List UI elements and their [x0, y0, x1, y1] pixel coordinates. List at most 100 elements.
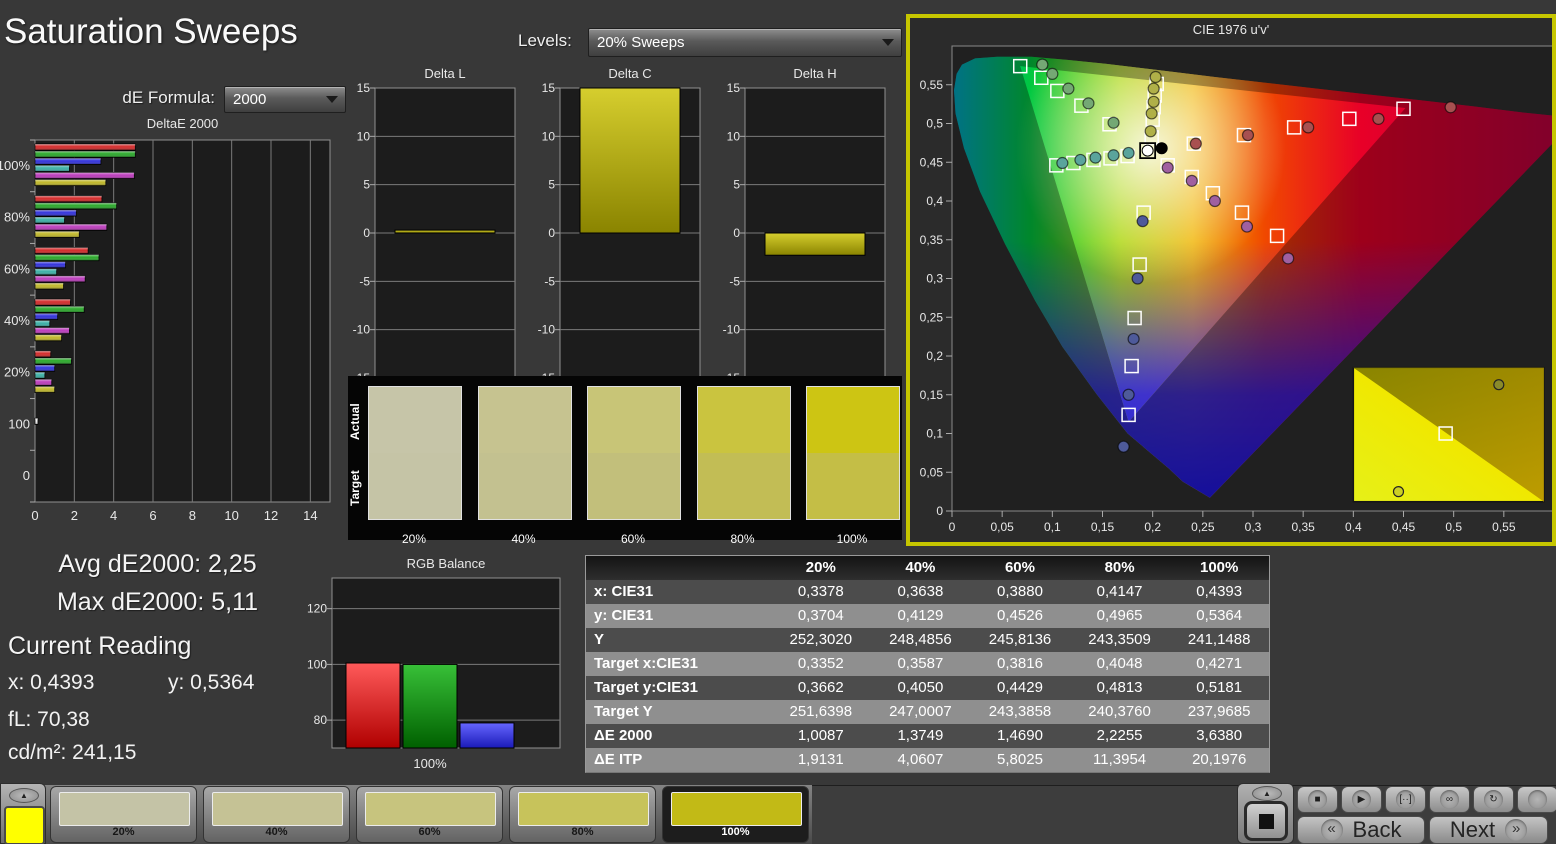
svg-text:15: 15 — [727, 81, 741, 95]
svg-text:5: 5 — [363, 178, 370, 192]
target-row-label: Target — [348, 456, 364, 520]
svg-text:5: 5 — [548, 178, 555, 192]
svg-text:-10: -10 — [353, 323, 371, 337]
de-formula-dropdown[interactable]: 2000 — [224, 86, 346, 113]
target-swatch — [697, 453, 791, 520]
swatch-percent-label: 40% — [478, 532, 570, 546]
table-row: Target y:CIE310,36620,40500,44290,48130,… — [586, 676, 1269, 700]
cell-value: 0,4393 — [1169, 580, 1269, 604]
svg-text:0,1: 0,1 — [1044, 520, 1061, 534]
next-button[interactable]: Next » — [1429, 816, 1548, 844]
svg-text:0,05: 0,05 — [990, 520, 1014, 534]
cell-value: 0,3378 — [771, 580, 871, 604]
svg-text:100%: 100% — [413, 756, 447, 771]
cell-value: 3,6380 — [1169, 724, 1269, 748]
table-row: Target Y251,6398247,0007243,3858240,3760… — [586, 700, 1269, 724]
cell-value: 2,2255 — [1070, 724, 1170, 748]
cell-value: 0,4965 — [1070, 604, 1170, 628]
svg-text:8: 8 — [189, 508, 196, 523]
cell-value: 80% — [1070, 556, 1170, 580]
pattern-preview-swatch[interactable] — [4, 806, 45, 844]
blank-icon — [1528, 790, 1547, 809]
up-arrow-icon: ▲ — [20, 791, 28, 800]
pattern-popup-button[interactable]: ▲ — [9, 788, 39, 803]
play-button[interactable]: ▶ — [1341, 786, 1382, 813]
svg-text:DeltaE 2000: DeltaE 2000 — [147, 116, 219, 131]
svg-text:60%: 60% — [4, 261, 30, 276]
cell-value: 0,4129 — [871, 604, 971, 628]
svg-text:0,4: 0,4 — [1345, 520, 1362, 534]
cell-value: 240,3760 — [1070, 700, 1170, 724]
svg-text:0: 0 — [949, 520, 956, 534]
refresh-button[interactable]: ↻ — [1473, 786, 1514, 813]
table-header-row: 20%40%60%80%100% — [586, 556, 1269, 580]
cell-value: 60% — [970, 556, 1070, 580]
svg-text:0: 0 — [548, 226, 555, 240]
measurement-table: 20%40%60%80%100%x: CIE310,33780,36380,38… — [585, 555, 1270, 773]
rgb-balance-chart: RGB Balance80100120100% — [300, 556, 575, 780]
stop-button[interactable]: ■ — [1297, 786, 1338, 813]
stop-measure-button[interactable] — [1244, 801, 1288, 841]
levels-dropdown[interactable]: 20% Sweeps — [588, 28, 902, 57]
pattern-button-20%[interactable]: 20% — [50, 786, 197, 843]
pattern-button-80%[interactable]: 80% — [509, 786, 656, 843]
cell-value: 241,1488 — [1169, 628, 1269, 652]
current-y-value: y: 0,5364 — [168, 671, 254, 695]
pattern-button-40%[interactable]: 40% — [203, 786, 350, 843]
pattern-label: 60% — [357, 826, 502, 838]
levels-value: 20% Sweeps — [589, 34, 882, 51]
cell-value: 5,8025 — [970, 748, 1070, 772]
svg-text:10: 10 — [727, 129, 741, 143]
cell-value: 40% — [871, 556, 971, 580]
svg-text:120: 120 — [307, 602, 327, 616]
row-label: ΔE ITP — [586, 748, 771, 772]
target-swatch — [368, 453, 462, 520]
svg-text:0,5: 0,5 — [1445, 520, 1462, 534]
chevron-down-icon — [326, 96, 338, 103]
chevron-left-icon: « — [1321, 819, 1343, 841]
svg-text:0,15: 0,15 — [920, 388, 944, 402]
cell-value: 0,3662 — [771, 676, 871, 700]
target-swatch — [806, 453, 900, 520]
actual-swatch — [697, 386, 791, 454]
svg-text:0,5: 0,5 — [926, 117, 943, 131]
loop-button[interactable]: ∞ — [1429, 786, 1470, 813]
cell-value: 1,3749 — [871, 724, 971, 748]
swatch-percent-label: 60% — [587, 532, 679, 546]
row-label: ΔE 2000 — [586, 724, 771, 748]
actual-target-swatch-panel: Actual Target 20%40%60%80%100% — [348, 376, 902, 540]
svg-text:Delta C: Delta C — [608, 66, 651, 81]
cell-value: 0,4429 — [970, 676, 1070, 700]
back-button[interactable]: « Back — [1297, 816, 1425, 844]
cell-value: 4,0607 — [871, 748, 971, 772]
target-swatch — [587, 453, 681, 520]
svg-text:0,25: 0,25 — [1191, 520, 1215, 534]
row-label: Target x:CIE31 — [586, 652, 771, 676]
calibration-app-window: Saturation Sweeps dE Formula: 2000 Level… — [0, 0, 1556, 844]
control-popup-button[interactable]: ▲ — [1252, 786, 1282, 801]
de-formula-value: 2000 — [225, 91, 326, 108]
de-formula-label: dE Formula: — [60, 88, 215, 108]
svg-text:0: 0 — [23, 468, 30, 483]
swatch-percent-label: 20% — [368, 532, 460, 546]
cell-value: 0,4048 — [1070, 652, 1170, 676]
pattern-button-60%[interactable]: 60% — [356, 786, 503, 843]
svg-text:14: 14 — [303, 508, 317, 523]
svg-text:RGB Balance: RGB Balance — [407, 556, 486, 571]
cell-value: 0,4271 — [1169, 652, 1269, 676]
pattern-button-100%[interactable]: 100% — [662, 786, 809, 843]
blank-button[interactable] — [1517, 786, 1556, 813]
cell-value: 0,4813 — [1070, 676, 1170, 700]
row-label — [586, 556, 771, 580]
current-cdm2-value: cd/m²: 241,15 — [8, 741, 136, 765]
svg-text:80%: 80% — [4, 210, 30, 225]
svg-text:15: 15 — [542, 81, 556, 95]
svg-text:0,3: 0,3 — [1245, 520, 1262, 534]
svg-text:80: 80 — [314, 713, 328, 727]
pattern-label: 20% — [51, 826, 196, 838]
svg-text:0,55: 0,55 — [1492, 520, 1516, 534]
cie-chart-panel[interactable]: CIE 1976 u'v' 00,050,10,150,20,250,30,35… — [906, 14, 1556, 546]
svg-text:100: 100 — [8, 416, 30, 431]
range-button[interactable]: [··] — [1385, 786, 1426, 813]
delta-h-chart: Delta H-15-10-5051015100% — [717, 66, 889, 406]
